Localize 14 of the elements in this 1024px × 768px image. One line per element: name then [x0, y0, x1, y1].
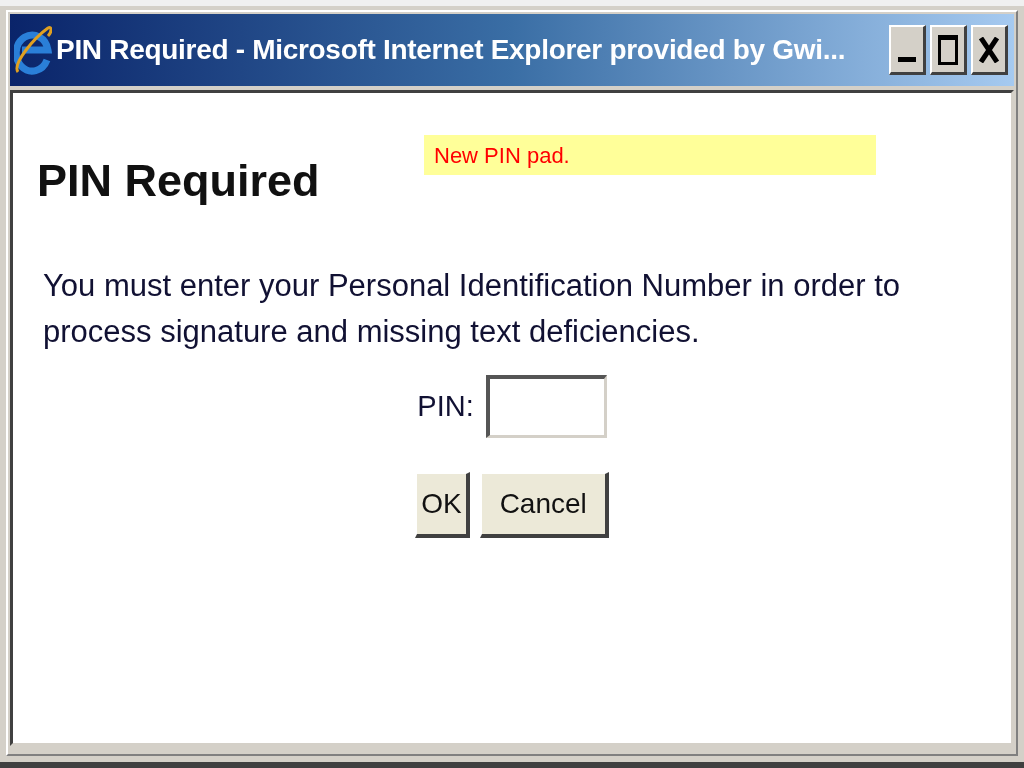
- minimize-icon: [898, 57, 916, 62]
- ok-button[interactable]: OK: [415, 472, 470, 538]
- window-title: PIN Required - Microsoft Internet Explorer provided by Gwi...: [56, 33, 847, 67]
- pin-field[interactable]: [485, 375, 607, 438]
- close-button[interactable]: [971, 25, 1008, 75]
- pin-label: PIN:: [417, 388, 474, 424]
- instruction-text: You must enter your Personal Identification Number in order to process signature and missing text deficiencies.: [43, 267, 901, 351]
- maximize-button[interactable]: [930, 25, 967, 75]
- browser-logo-icon: [14, 24, 52, 76]
- page-heading: PIN Required: [37, 154, 321, 208]
- note-label: New PIN pad.: [424, 135, 876, 175]
- minimize-button[interactable]: [889, 25, 926, 75]
- cancel-button[interactable]: Cancel: [479, 472, 609, 538]
- close-icon: [979, 36, 999, 63]
